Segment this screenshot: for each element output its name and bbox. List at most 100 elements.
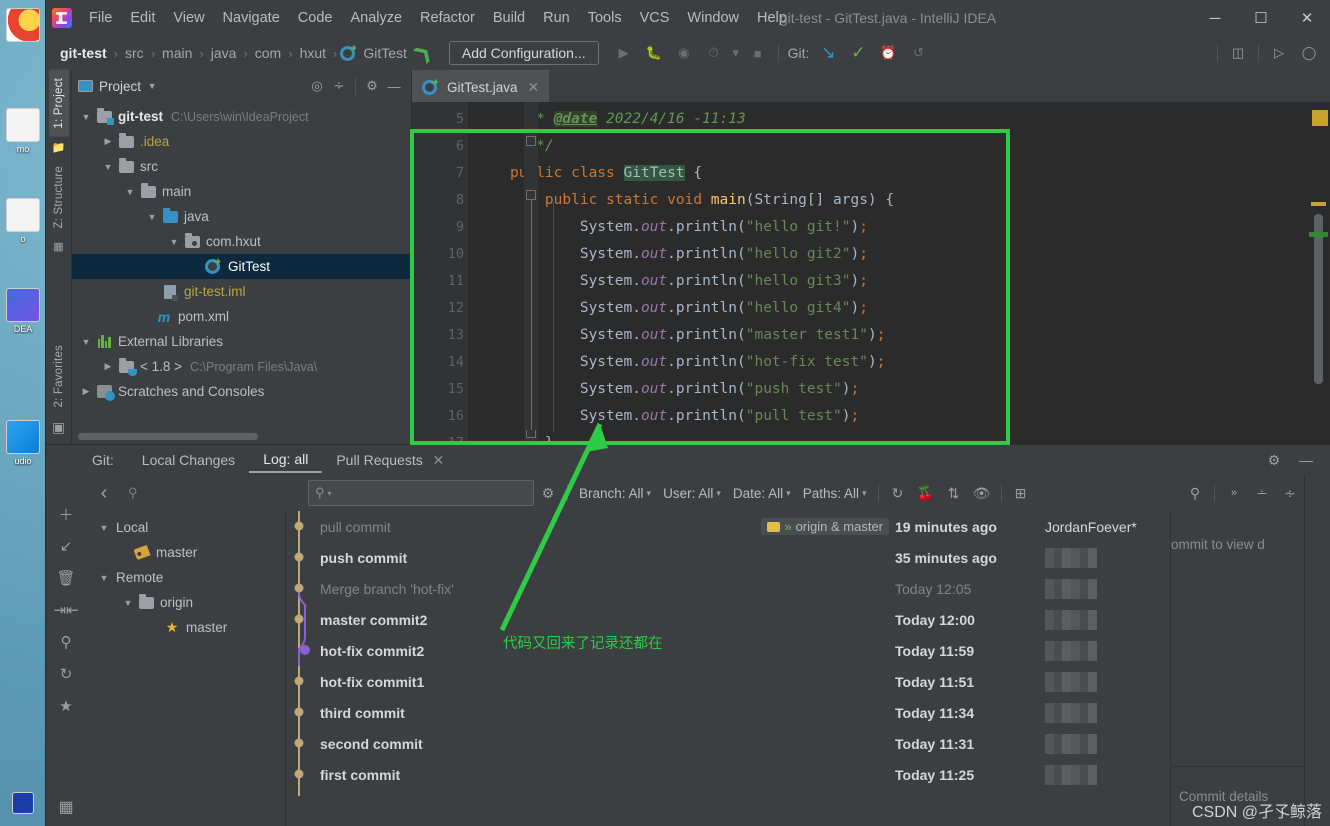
menu-item-run[interactable]: Run	[534, 7, 579, 29]
filter-date[interactable]: Date: All ▾	[727, 484, 797, 503]
back-button[interactable]: ‹	[90, 480, 118, 506]
tab-local-changes[interactable]: Local Changes	[128, 448, 249, 472]
gear-icon[interactable]: ⚙	[361, 75, 383, 97]
expand-arrow-icon[interactable]: ▼	[120, 598, 136, 608]
table-row[interactable]: hot-fix commit2 Today 11:59	[286, 635, 1170, 666]
refresh-icon[interactable]: ↻	[884, 480, 912, 506]
menu-item-window[interactable]: Window	[678, 7, 748, 29]
fold-marker-icon[interactable]	[526, 190, 536, 200]
git-branch-tree[interactable]: ▼ Local master ▼ Remote ▼ origin ★ maste…	[86, 511, 286, 826]
tree-node-com-hxut[interactable]: ▼ com.hxut	[72, 229, 411, 254]
code-editor[interactable]: 5 6 7 8 9 10 11 12 13 14 15 16 17 * @dat…	[412, 102, 1330, 444]
filter-paths[interactable]: Paths: All ▾	[797, 484, 873, 503]
tree-node-java[interactable]: ▼ java	[72, 204, 411, 229]
chevron-down-icon[interactable]: ▼	[141, 75, 163, 97]
project-file-tree[interactable]: ▼ git-test C:\Users\win\IdeaProject ▶ .i…	[72, 102, 411, 433]
collapse-icon[interactable]: ⇥⇤	[53, 599, 78, 621]
tab-log-all[interactable]: Log: all	[249, 447, 323, 473]
expand-arrow-icon[interactable]: ▼	[144, 212, 160, 222]
desktop-icon[interactable]	[2, 792, 44, 816]
sidebar-tab-structure[interactable]: Z: Structure	[49, 158, 69, 236]
close-button[interactable]: ✕	[1284, 1, 1330, 35]
expand-arrow-icon[interactable]: ▶	[78, 386, 94, 397]
favorite-star-icon[interactable]: ★	[54, 695, 78, 717]
breadcrumb-com[interactable]: com	[251, 44, 285, 62]
overflow-icon[interactable]: »	[1220, 480, 1248, 506]
table-row[interactable]: master commit2 Today 12:00	[286, 604, 1170, 635]
menu-item-vcs[interactable]: VCS	[631, 7, 679, 29]
table-row[interactable]: hot-fix commit1 Today 11:51	[286, 666, 1170, 697]
tree-node-main[interactable]: ▼ main	[72, 179, 411, 204]
code-folding-rail[interactable]	[524, 102, 538, 444]
close-icon[interactable]: ✕	[528, 79, 540, 96]
editor-scrollbar[interactable]	[1308, 102, 1330, 444]
git-commit-icon[interactable]: ✓	[843, 40, 873, 66]
delete-icon[interactable]: 🗑	[54, 567, 78, 589]
stop-icon[interactable]: ■	[743, 40, 773, 66]
git-update-project-icon[interactable]: ↘	[813, 40, 843, 66]
gear-icon[interactable]: ⚙	[534, 480, 562, 506]
table-row[interactable]: Merge branch 'hot-fix' Today 12:05	[286, 573, 1170, 604]
expand-arrow-icon[interactable]: ▼	[96, 573, 112, 583]
hide-panel-icon[interactable]: —	[1292, 447, 1320, 473]
favorites-icon[interactable]: ▣	[52, 419, 65, 436]
run-anything-icon[interactable]: ▷	[1264, 40, 1294, 66]
log-search-input[interactable]: ⚲ ▾	[308, 480, 534, 506]
tab-pull-requests[interactable]: Pull Requests ✕	[322, 448, 458, 473]
branch-group-local[interactable]: ▼ Local	[86, 515, 285, 540]
add-icon[interactable]: ＋	[54, 503, 78, 525]
expand-arrow-icon[interactable]: ▼	[122, 187, 138, 197]
profiler-icon[interactable]: ⏱	[699, 40, 729, 66]
desktop-icon[interactable]: mo	[2, 108, 44, 154]
breadcrumb-src[interactable]: src	[121, 44, 148, 62]
tree-node-gittest[interactable]: GitTest	[72, 254, 411, 279]
expand-arrow-icon[interactable]: ▶	[100, 361, 116, 372]
maximize-button[interactable]: ☐	[1238, 1, 1284, 35]
chevron-down-icon[interactable]: ▾	[328, 489, 332, 498]
branch-group-remote[interactable]: ▼ Remote	[86, 565, 285, 590]
table-row[interactable]: second commit Today 11:31	[286, 728, 1170, 759]
tree-node-jdk[interactable]: ▶ < 1.8 > C:\Program Files\Java\	[72, 354, 411, 379]
select-opened-file-icon[interactable]: ◎	[306, 75, 328, 97]
table-row[interactable]: third commit Today 11:34	[286, 697, 1170, 728]
tree-node-idea[interactable]: ▶ .idea	[72, 129, 411, 154]
branch-filter-search[interactable]: ⚲	[122, 481, 302, 505]
add-tab-icon[interactable]: ⊞	[1007, 480, 1035, 506]
project-horizontal-scrollbar[interactable]	[72, 433, 411, 444]
tree-node-git-test-iml[interactable]: git-test.iml	[72, 279, 411, 304]
branch-local-master[interactable]: master	[86, 540, 285, 565]
expand-arrow-icon[interactable]: ▼	[96, 523, 112, 533]
vcs-change-marker[interactable]	[1309, 232, 1328, 237]
breadcrumb-main[interactable]: main	[158, 44, 196, 62]
sort-icon[interactable]: ⇅	[940, 480, 968, 506]
branch-remote-origin[interactable]: ▼ origin	[86, 590, 285, 615]
breadcrumb-hxut[interactable]: hxut	[296, 44, 330, 62]
expand-all-icon[interactable]: ∸	[1248, 480, 1276, 506]
breadcrumb-gittest[interactable]: GitTest	[359, 44, 411, 62]
code-text-area[interactable]: * @date 2022/4/16 -11:13 */ public class…	[468, 102, 1308, 444]
add-configuration-button[interactable]: Add Configuration...	[448, 41, 599, 65]
desktop-icon-intellij[interactable]: DEA	[2, 288, 44, 334]
expand-arrow-icon[interactable]: ▼	[166, 237, 182, 247]
scrollbar-thumb[interactable]	[1314, 214, 1323, 384]
project-structure-icon[interactable]: ◫	[1223, 40, 1253, 66]
fold-marker-icon[interactable]	[526, 136, 536, 146]
gear-icon[interactable]: ⚙	[1260, 447, 1288, 473]
fold-marker-icon[interactable]	[526, 430, 536, 438]
branch-origin-master[interactable]: ★ master	[86, 615, 285, 640]
tree-node-scratches[interactable]: ▶ Scratches and Consoles	[72, 379, 411, 404]
sidebar-tab-project[interactable]: 1: Project	[48, 70, 69, 137]
table-row[interactable]: pull commit » origin & master 19 minutes…	[286, 511, 1170, 542]
expand-arrow-icon[interactable]: ▼	[78, 337, 94, 347]
tree-node-git-test[interactable]: ▼ git-test C:\Users\win\IdeaProject	[72, 104, 411, 129]
menu-item-edit[interactable]: Edit	[121, 7, 164, 29]
branch-ref-chip[interactable]: » origin & master	[761, 518, 889, 535]
expand-arrow-icon[interactable]: ▼	[100, 162, 116, 172]
collapse-all-icon[interactable]: ∻	[1276, 480, 1304, 506]
menu-item-refactor[interactable]: Refactor	[411, 7, 484, 29]
desktop-icon[interactable]: o	[2, 198, 44, 244]
menu-item-tools[interactable]: Tools	[579, 7, 631, 29]
breadcrumb-git-test[interactable]: git-test	[56, 44, 111, 62]
desktop-icon[interactable]	[2, 8, 44, 44]
expand-arrow-icon[interactable]: ▼	[78, 112, 94, 122]
